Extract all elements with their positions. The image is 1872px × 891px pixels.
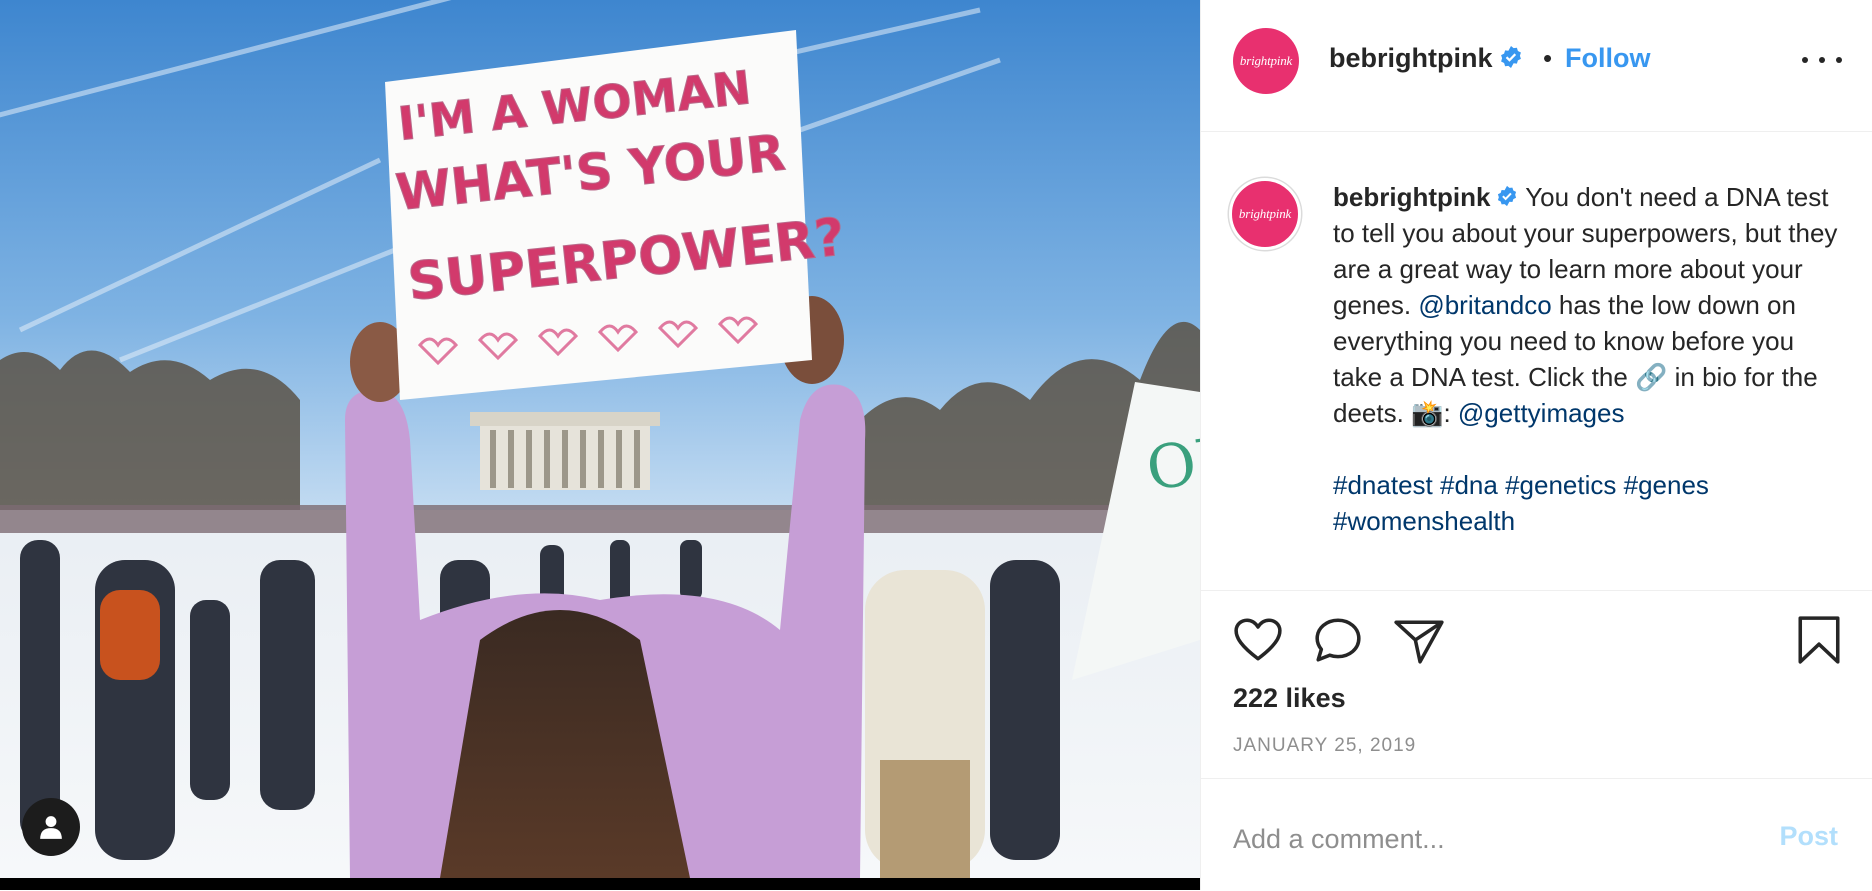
paper-plane-icon xyxy=(1394,620,1444,664)
verified-badge-icon xyxy=(1500,45,1521,68)
verified-badge-icon xyxy=(1498,186,1517,207)
ellipsis-dot xyxy=(1819,57,1825,63)
mention-gettyimages[interactable]: @gettyimages xyxy=(1458,398,1625,428)
hashtag-dna[interactable]: #dna xyxy=(1440,470,1498,500)
link-emoji: 🔗 xyxy=(1635,362,1668,392)
caption-text: bebrightpink You don't need a DNA test t… xyxy=(1333,179,1845,539)
hashtag-genetics[interactable]: #genetics xyxy=(1505,470,1616,500)
author-avatar[interactable]: brightpink xyxy=(1233,28,1299,94)
comment-input[interactable] xyxy=(1233,819,1733,859)
avatar-logo-text: brightpink xyxy=(1238,206,1292,221)
comment-button[interactable] xyxy=(1313,616,1363,669)
hashtag-womenshealth[interactable]: #womenshealth xyxy=(1333,506,1515,536)
more-options-button[interactable] xyxy=(1802,50,1842,70)
hashtag-dnatest[interactable]: #dnatest xyxy=(1333,470,1433,500)
bookmark-icon xyxy=(1798,616,1840,664)
mention-britandco[interactable]: @britandco xyxy=(1418,290,1551,320)
instagram-post: OU I'M A WOMAN WHAT'S YOUR SUPERPOWER? b… xyxy=(0,0,1872,890)
hashtag-list: #dnatest #dna #genetics #genes #womenshe… xyxy=(1333,467,1845,539)
hashtag-genes[interactable]: #genes xyxy=(1624,470,1709,500)
post-media[interactable]: OU I'M A WOMAN WHAT'S YOUR SUPERPOWER? xyxy=(0,0,1200,890)
save-button[interactable] xyxy=(1796,615,1842,670)
post-details-panel: brightpink bebrightpink • Follow brightp… xyxy=(1200,0,1872,890)
person-icon xyxy=(40,816,62,839)
post-caption: brightpink bebrightpink You don't need a… xyxy=(1201,132,1872,590)
caption-username[interactable]: bebrightpink xyxy=(1333,182,1490,212)
like-count[interactable]: 222 likes xyxy=(1233,683,1346,714)
comment-bar: Post xyxy=(1201,778,1872,891)
ellipsis-icon xyxy=(1802,57,1808,63)
svg-text:OU: OU xyxy=(1142,422,1200,505)
post-photo: OU I'M A WOMAN WHAT'S YOUR SUPERPOWER? xyxy=(0,0,1200,878)
author-username-text: bebrightpink xyxy=(1329,43,1493,73)
share-button[interactable] xyxy=(1393,618,1445,669)
author-username[interactable]: bebrightpink xyxy=(1329,42,1523,74)
avatar-logo-text: brightpink xyxy=(1239,53,1293,68)
like-button[interactable] xyxy=(1233,617,1283,668)
caption-colon: : xyxy=(1443,398,1451,428)
comment-icon xyxy=(1315,618,1361,662)
post-date[interactable]: JANUARY 25, 2019 xyxy=(1233,735,1416,757)
post-header: brightpink bebrightpink • Follow xyxy=(1201,0,1872,132)
caption-author-avatar[interactable]: brightpink xyxy=(1229,178,1301,250)
follow-button[interactable]: Follow xyxy=(1565,42,1650,74)
ellipsis-dot xyxy=(1836,57,1842,63)
tagged-people-button[interactable] xyxy=(22,798,80,856)
camera-emoji: 📸 xyxy=(1411,398,1444,428)
heart-icon xyxy=(1234,618,1282,661)
header-separator: • xyxy=(1543,43,1553,73)
post-comment-button[interactable]: Post xyxy=(1779,821,1838,852)
